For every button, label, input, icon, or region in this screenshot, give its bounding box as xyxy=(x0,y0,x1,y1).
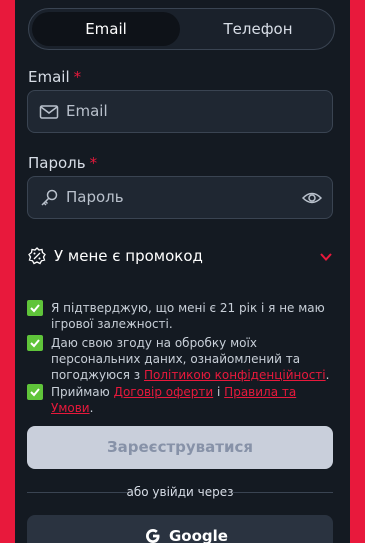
promo-code-label: У мене є промокод xyxy=(54,247,203,265)
password-input[interactable]: Пароль xyxy=(66,177,124,218)
terms-agreement-text: Приймаю Договір оферти і Правила та Умов… xyxy=(51,384,332,416)
age-checkbox[interactable] xyxy=(27,300,43,316)
google-icon xyxy=(145,528,161,543)
password-label-text: Пароль xyxy=(28,154,86,172)
terms-text: Приймаю xyxy=(51,385,110,399)
email-label-text: Email xyxy=(28,68,70,86)
divider-line-right xyxy=(233,492,333,493)
google-label: Google xyxy=(169,527,228,543)
key-icon xyxy=(39,188,59,208)
age-agreement-text: Я підтверджую, що мені є 21 рік і я не м… xyxy=(51,301,325,331)
percent-badge-icon xyxy=(28,247,46,265)
google-login-button[interactable]: Google xyxy=(27,515,333,543)
offer-agreement-link[interactable]: Договір оферти xyxy=(114,385,214,399)
register-button[interactable]: Зареєструватися xyxy=(27,426,333,469)
envelope-icon xyxy=(39,102,59,122)
password-field[interactable]: Пароль xyxy=(27,176,333,219)
privacy-agreement-row: Даю свою згоду на обробку моїх персональ… xyxy=(27,335,332,385)
eye-icon[interactable] xyxy=(301,189,323,207)
privacy-agreement-text: Даю свою згоду на обробку моїх персональ… xyxy=(51,335,332,383)
password-required-mark: * xyxy=(89,154,98,172)
privacy-checkbox[interactable] xyxy=(27,335,43,351)
registration-panel: Email Телефон Email * Email Пароль * Парол… xyxy=(15,0,350,543)
terms-end: . xyxy=(89,401,94,415)
tab-email[interactable]: Email xyxy=(32,12,180,46)
email-required-mark: * xyxy=(73,68,82,86)
email-input[interactable]: Email xyxy=(66,91,108,132)
promo-code-toggle[interactable]: У мене є промокод xyxy=(28,246,333,268)
terms-agreement-row: Приймаю Договір оферти і Правила та Умов… xyxy=(27,384,332,415)
terms-checkbox[interactable] xyxy=(27,384,43,400)
login-method-tabs: Email Телефон xyxy=(28,8,335,50)
password-label: Пароль * xyxy=(28,154,97,172)
age-agreement-row: Я підтверджую, що мені є 21 рік і я не м… xyxy=(27,300,332,334)
email-field[interactable]: Email xyxy=(27,90,333,133)
tab-phone[interactable]: Телефон xyxy=(184,12,332,46)
email-label: Email * xyxy=(28,68,81,86)
privacy-policy-link[interactable]: Політикою конфіденційності xyxy=(144,368,326,382)
privacy-end: . xyxy=(325,368,330,382)
terms-and: і xyxy=(217,385,221,399)
divider: або увійди через xyxy=(27,484,333,500)
chevron-down-icon xyxy=(319,249,333,263)
